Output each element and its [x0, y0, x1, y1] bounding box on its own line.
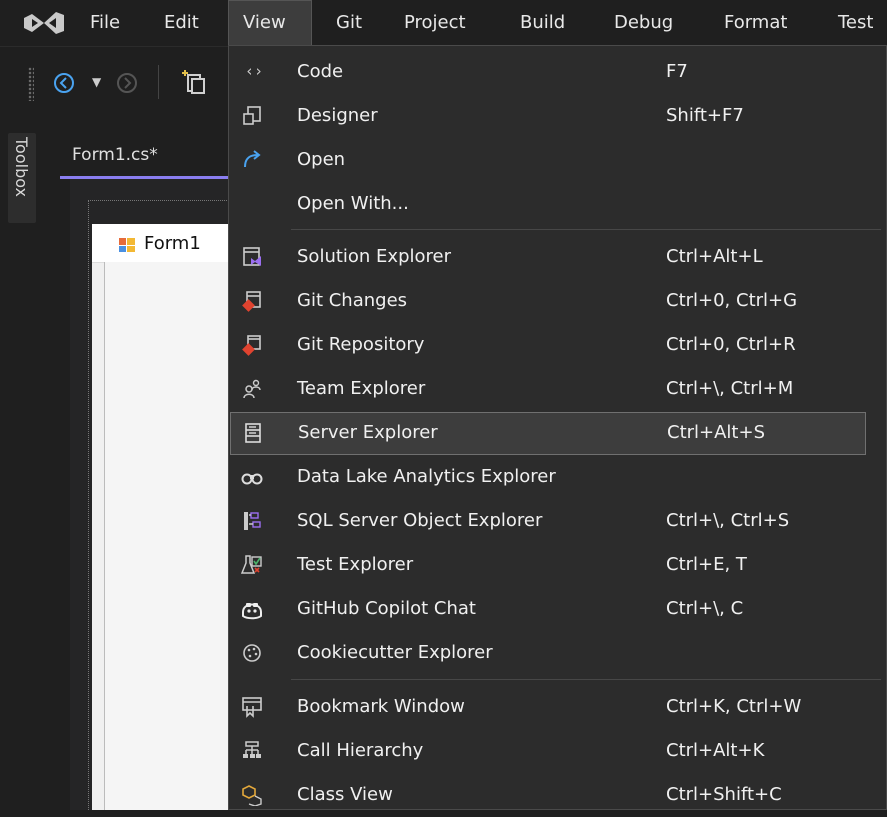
bookmark-icon — [242, 697, 262, 718]
menu-item-github-copilot-chat[interactable]: GitHub Copilot Chat Ctrl+\, C — [229, 588, 886, 631]
toolbar-divider — [158, 65, 159, 99]
menu-item-solution-explorer[interactable]: Solution Explorer Ctrl+Alt+L — [229, 236, 886, 279]
menu-git[interactable]: Git — [330, 0, 368, 46]
copilot-icon — [242, 603, 262, 620]
menu-view[interactable]: View — [228, 0, 312, 45]
class-view-icon — [242, 785, 262, 806]
menu-build[interactable]: Build — [514, 0, 571, 46]
menu-item-shortcut: Ctrl+Alt+L — [666, 246, 763, 267]
menu-item-shortcut: Ctrl+Shift+C — [666, 784, 782, 805]
menu-debug[interactable]: Debug — [608, 0, 679, 46]
git-repository-icon — [242, 335, 261, 356]
menu-item-shortcut: Shift+F7 — [666, 105, 744, 126]
menu-item-label: Server Explorer — [298, 422, 438, 443]
menu-item-label: Call Hierarchy — [297, 740, 424, 761]
menu-item-shortcut: Ctrl+E, T — [666, 554, 747, 575]
view-menu-dropdown: ‹› Code F7 Designer Shift+F7 Open Open W… — [228, 45, 887, 810]
solution-explorer-icon — [243, 247, 261, 266]
navigate-forward-icon[interactable] — [115, 71, 139, 95]
test-explorer-icon — [241, 555, 262, 574]
menu-item-open-with[interactable]: Open With... — [229, 183, 886, 226]
server-explorer-icon — [245, 423, 261, 443]
menu-item-bookmark-window[interactable]: Bookmark Window Ctrl+K, Ctrl+W — [229, 686, 886, 729]
code-icon: ‹› — [245, 62, 264, 80]
visual-studio-logo-icon[interactable] — [22, 10, 66, 36]
menu-item-cookiecutter-explorer[interactable]: Cookiecutter Explorer — [229, 632, 886, 675]
menu-item-shortcut: Ctrl+\, C — [666, 598, 744, 619]
menu-item-label: Designer — [297, 105, 378, 126]
menu-item-git-repository[interactable]: Git Repository Ctrl+0, Ctrl+R — [229, 324, 886, 367]
menu-item-label: Code — [297, 61, 344, 82]
menu-format[interactable]: Format — [718, 0, 793, 46]
navigate-back-icon[interactable] — [52, 71, 76, 95]
menu-item-label: Class View — [297, 784, 393, 805]
menu-item-team-explorer[interactable]: Team Explorer Ctrl+\, Ctrl+M — [229, 368, 886, 411]
menu-item-label: Solution Explorer — [297, 246, 451, 267]
menu-item-class-view[interactable]: Class View Ctrl+Shift+C — [229, 774, 886, 817]
menu-bar: File Edit View Git Project Build Debug F… — [0, 0, 887, 47]
menu-test[interactable]: Test — [832, 0, 879, 46]
menu-item-shortcut: Ctrl+Alt+S — [667, 422, 765, 443]
toolbox-label[interactable]: Toolbox — [12, 137, 31, 197]
menu-item-label: GitHub Copilot Chat — [297, 598, 476, 619]
tab-form1-cs[interactable]: Form1.cs* — [60, 134, 242, 176]
designer-icon — [243, 106, 261, 125]
new-project-icon[interactable] — [178, 67, 208, 97]
menu-file[interactable]: File — [84, 0, 126, 46]
cookiecutter-icon — [243, 644, 261, 662]
menu-item-label: Test Explorer — [297, 554, 414, 575]
menu-item-call-hierarchy[interactable]: Call Hierarchy Ctrl+Alt+K — [229, 730, 886, 773]
menu-item-shortcut: Ctrl+K, Ctrl+W — [666, 696, 802, 717]
menu-project[interactable]: Project — [398, 0, 472, 46]
menu-item-label: Git Repository — [297, 334, 425, 355]
menu-item-code[interactable]: ‹› Code F7 — [229, 51, 886, 94]
menu-separator — [291, 229, 881, 230]
binoculars-icon — [241, 473, 263, 485]
chevron-down-icon[interactable]: ▼ — [92, 75, 101, 89]
git-changes-icon — [242, 291, 261, 312]
menu-item-shortcut: Ctrl+0, Ctrl+G — [666, 290, 798, 311]
menu-item-label: SQL Server Object Explorer — [297, 510, 543, 531]
menu-item-shortcut: Ctrl+\, Ctrl+M — [666, 378, 794, 399]
menu-item-label: Team Explorer — [297, 378, 426, 399]
menu-item-test-explorer[interactable]: Test Explorer Ctrl+E, T — [229, 544, 886, 587]
menu-edit[interactable]: Edit — [158, 0, 205, 46]
open-icon — [244, 150, 261, 168]
menu-item-shortcut: Ctrl+0, Ctrl+R — [666, 334, 796, 355]
team-explorer-icon — [243, 379, 261, 399]
menu-item-label: Data Lake Analytics Explorer — [297, 466, 556, 487]
menu-item-label: Bookmark Window — [297, 696, 465, 717]
menu-separator — [291, 679, 881, 680]
menu-item-label: Cookiecutter Explorer — [297, 642, 493, 663]
menu-item-designer[interactable]: Designer Shift+F7 — [229, 95, 886, 138]
menu-item-label: Git Changes — [297, 290, 408, 311]
sql-server-icon — [244, 512, 261, 530]
menu-item-git-changes[interactable]: Git Changes Ctrl+0, Ctrl+G — [229, 280, 886, 323]
toolbox-strip: Toolbox — [0, 119, 54, 810]
menu-item-shortcut: F7 — [666, 61, 688, 82]
menu-item-data-lake-analytics-explorer[interactable]: Data Lake Analytics Explorer — [229, 456, 886, 499]
menu-item-shortcut: Ctrl+\, Ctrl+S — [666, 510, 790, 531]
menu-item-open[interactable]: Open — [229, 139, 886, 182]
menu-item-label: Open With... — [297, 193, 409, 214]
winform-icon — [119, 238, 135, 252]
menu-item-sql-server-object-explorer[interactable]: SQL Server Object Explorer Ctrl+\, Ctrl+… — [229, 500, 886, 543]
call-hierarchy-icon — [243, 741, 261, 758]
menu-item-label: Open — [297, 149, 346, 170]
form-title: Form1 — [144, 233, 201, 254]
toolbar-grip[interactable] — [28, 67, 34, 101]
menu-item-shortcut: Ctrl+Alt+K — [666, 740, 765, 761]
menu-item-server-explorer[interactable]: Server Explorer Ctrl+Alt+S — [230, 412, 866, 455]
